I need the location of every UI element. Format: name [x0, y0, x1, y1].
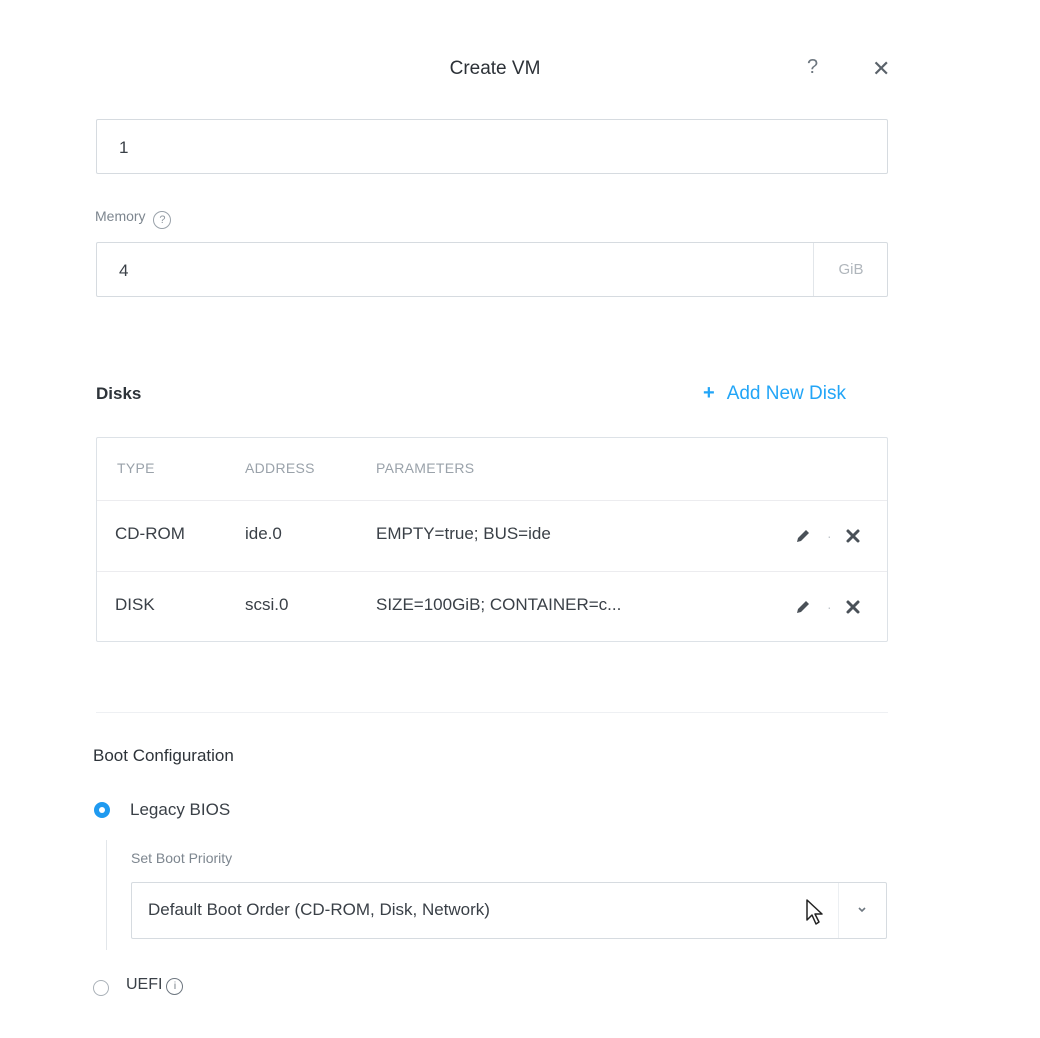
boot-configuration-heading: Boot Configuration: [93, 746, 234, 765]
boot-priority-label: Set Boot Priority: [131, 850, 233, 866]
column-header-address: ADDRESS: [245, 460, 315, 476]
info-icon[interactable]: ?: [153, 211, 172, 229]
vcpu-input[interactable]: 1: [96, 119, 888, 174]
add-new-disk-label: Add New Disk: [726, 383, 847, 404]
uefi-option[interactable]: UEFI i: [126, 976, 184, 995]
memory-label: Memory ?: [95, 208, 172, 229]
column-header-parameters: PARAMETERS: [376, 460, 475, 476]
pencil-icon[interactable]: [795, 528, 811, 544]
memory-unit: GiB: [813, 243, 888, 296]
plus-icon: +: [703, 382, 715, 404]
x-icon[interactable]: [845, 528, 861, 544]
row-divider: [97, 571, 887, 572]
action-separator: ·: [827, 599, 832, 615]
disk-row-1-address: ide.0: [245, 524, 282, 543]
uefi-radio[interactable]: [93, 980, 109, 996]
vcpu-value: 1: [119, 138, 129, 157]
column-header-type: TYPE: [117, 460, 155, 476]
legacy-bios-radio[interactable]: [94, 802, 110, 818]
disks-heading: Disks: [96, 384, 142, 403]
uefi-label: UEFI: [126, 976, 163, 993]
add-new-disk-button[interactable]: + Add New Disk: [703, 382, 846, 405]
chevron-down-icon[interactable]: [857, 906, 867, 914]
mouse-pointer-icon: [806, 899, 823, 925]
legacy-bios-label[interactable]: Legacy BIOS: [130, 800, 230, 820]
close-icon[interactable]: ✕: [872, 56, 890, 82]
action-separator: ·: [827, 528, 832, 544]
section-divider: [96, 712, 888, 713]
disk-row-1-type: CD-ROM: [115, 524, 185, 543]
disk-row-2-type: DISK: [115, 595, 155, 614]
info-icon[interactable]: i: [166, 978, 184, 995]
disk-row-1-parameters: EMPTY=true; BUS=ide: [376, 524, 551, 543]
x-icon[interactable]: [845, 599, 861, 615]
memory-label-text: Memory: [95, 208, 146, 224]
row-divider: [97, 500, 887, 501]
disk-row-2-parameters: SIZE=100GiB; CONTAINER=c...: [376, 595, 622, 614]
indent-guide: [106, 840, 107, 950]
select-divider: [838, 883, 839, 938]
memory-input[interactable]: 4: [96, 242, 888, 297]
help-icon[interactable]: ?: [807, 56, 818, 79]
disk-row-2-address: scsi.0: [245, 595, 289, 614]
pencil-icon[interactable]: [795, 599, 811, 615]
memory-value: 4: [119, 261, 129, 280]
dialog-title: Create VM: [449, 58, 541, 79]
boot-priority-value: Default Boot Order (CD-ROM, Disk, Networ…: [148, 900, 490, 919]
